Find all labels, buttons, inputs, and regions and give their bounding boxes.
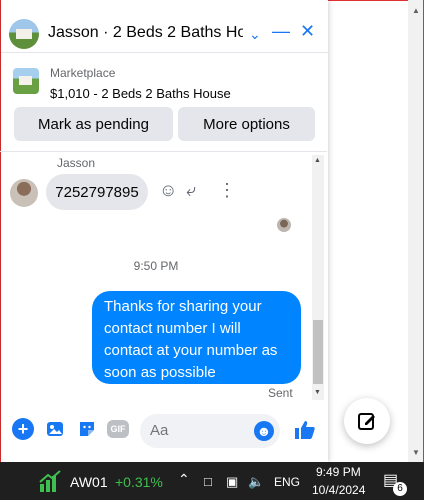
stock-change[interactable]: +0.31% [115,474,163,490]
reply-icon[interactable]: ⤶ [186,180,196,201]
sticker-icon[interactable] [76,418,98,440]
minimize-icon[interactable]: — [272,22,290,40]
scroll-down-icon[interactable]: ▼ [314,389,321,396]
photo-icon[interactable] [44,418,66,440]
stock-chart-icon[interactable] [38,470,62,492]
volume-icon[interactable]: 🔈 [248,474,264,490]
sender-avatar[interactable] [10,179,38,207]
chat-title[interactable]: Jasson · 2 Beds 2 Baths Ho... [48,24,243,42]
scroll-up-icon[interactable]: ▲ [314,157,321,164]
listing-thumbnail[interactable] [13,68,39,94]
divider [0,151,327,152]
sender-name: Jasson [57,156,96,170]
outgoing-line: Thanks for sharing your [104,298,262,315]
scroll-up-arrow-icon[interactable]: ▲ [412,6,420,15]
incoming-message-text: 7252797895 [55,183,139,201]
clock-time[interactable]: 9:49 PM [316,465,361,479]
seen-avatar [277,218,291,232]
react-emoji-icon[interactable]: ☺ [159,180,177,201]
stock-symbol[interactable]: AW01 [70,474,108,490]
compose-icon [358,413,375,430]
new-message-compose-button[interactable] [344,398,390,444]
outgoing-line: contact at your number as [104,342,278,359]
listing-price-title[interactable]: $1,010 - 2 Beds 2 Baths House [50,86,231,101]
contact-avatar[interactable] [9,19,39,49]
network-icon[interactable]: ▣ [226,474,238,490]
language-indicator[interactable]: ENG [274,475,300,489]
scrollbar-thumb[interactable] [313,320,323,384]
scroll-down-arrow-icon[interactable]: ▼ [412,448,420,457]
chat-scrollbar[interactable]: ▲ ▼ [312,155,324,400]
gif-icon[interactable]: GIF [107,420,129,438]
mark-as-pending-button[interactable]: Mark as pending [14,107,173,141]
outgoing-line: contact number I will [104,320,241,337]
clock-date[interactable]: 10/4/2024 [312,483,365,497]
like-thumbs-up-icon[interactable] [293,418,317,448]
outgoing-line: soon as possible [104,364,216,381]
message-timestamp: 9:50 PM [133,259,179,273]
close-icon[interactable]: ✕ [300,22,315,40]
notification-badge: 6 [393,482,407,496]
message-status: Sent [268,386,293,400]
more-options-button[interactable]: More options [178,107,315,141]
emoji-icon[interactable]: ☻ [254,421,274,441]
incoming-message-bubble[interactable]: 7252797895 [46,174,148,210]
more-actions-icon[interactable]: ⋮ [218,180,236,201]
chevron-down-icon[interactable]: ⌄ [249,25,261,43]
page-scrollbar[interactable]: ▲ ▼ [408,0,423,462]
outgoing-message-bubble[interactable]: Thanks for sharing your contact number I… [92,291,301,384]
marketplace-label: Marketplace [50,66,116,80]
message-input[interactable] [148,421,252,440]
show-hidden-icons-chevron-icon[interactable]: ⌃ [178,471,190,488]
more-actions-plus-icon[interactable]: + [12,418,34,440]
meet-now-icon[interactable]: □ [204,474,212,489]
